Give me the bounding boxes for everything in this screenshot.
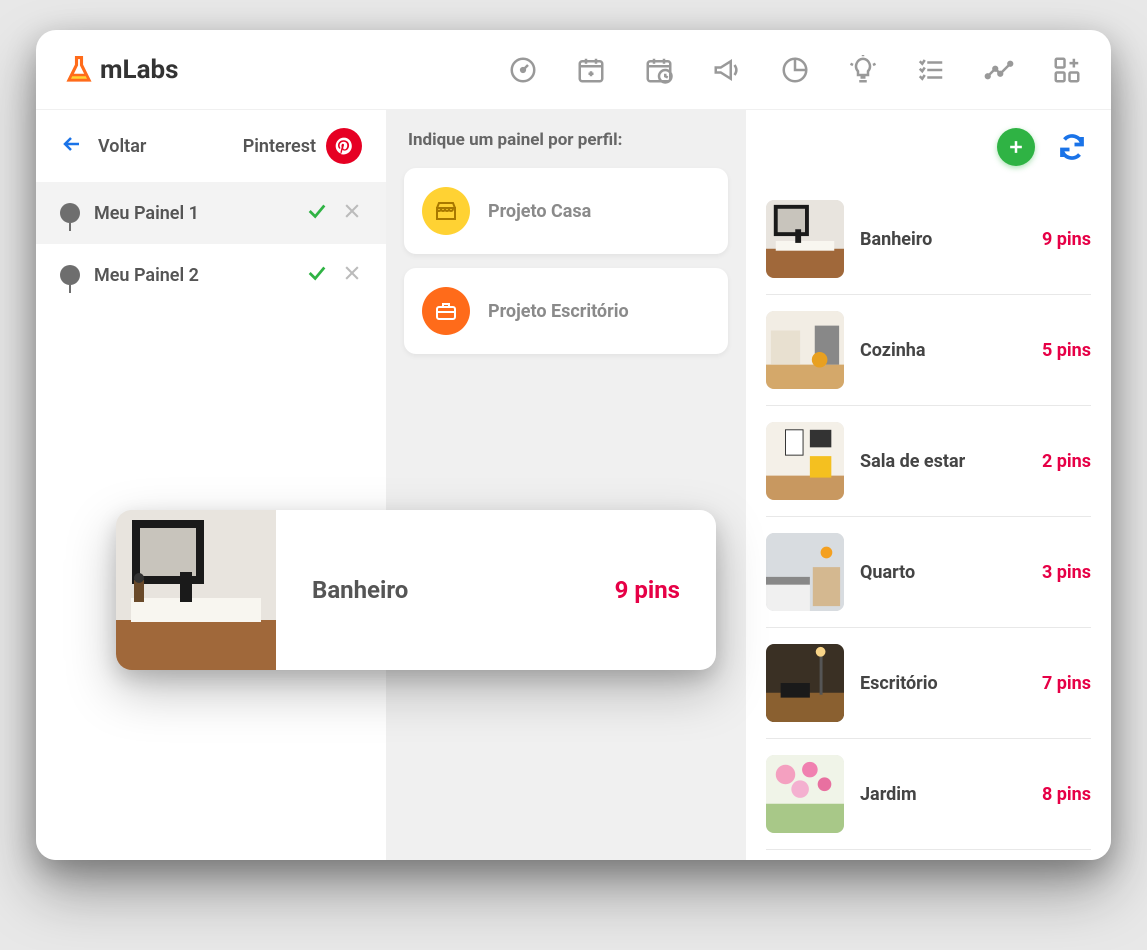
project-label: Projeto Casa (488, 201, 591, 222)
pin-icon (60, 203, 80, 223)
board-list: Banheiro 9 pins Cozinha 5 pins Sala de e… (766, 184, 1091, 850)
close-icon[interactable] (342, 263, 362, 287)
sidebar: Voltar Pinterest Meu Painel 1 (36, 110, 386, 860)
board-item-sala[interactable]: Sala de estar 2 pins (766, 406, 1091, 517)
sidebar-header: Voltar Pinterest (36, 110, 386, 182)
board-name: Escritório (860, 673, 1026, 694)
board-thumb (766, 422, 844, 500)
board-thumb (766, 200, 844, 278)
board-thumb (766, 755, 844, 833)
right-actions (766, 128, 1091, 166)
featured-thumb (116, 510, 276, 670)
board-name: Sala de estar (860, 451, 1026, 472)
project-label: Projeto Escritório (488, 301, 629, 322)
megaphone-icon[interactable] (711, 54, 743, 86)
back-label: Voltar (98, 136, 146, 157)
board-name: Banheiro (860, 229, 1026, 250)
board-pins: 8 pins (1042, 784, 1091, 805)
project-card-casa[interactable]: Projeto Casa (404, 168, 728, 254)
checklist-icon[interactable] (915, 54, 947, 86)
widgets-icon[interactable] (1051, 54, 1083, 86)
board-thumb (766, 533, 844, 611)
pinterest-icon (326, 128, 362, 164)
board-pins: 2 pins (1042, 451, 1091, 472)
board-pins: 5 pins (1042, 340, 1091, 361)
featured-board-card[interactable]: Banheiro 9 pins (116, 510, 716, 670)
middle-column: Indique um painel por perfil: Projeto Ca… (386, 110, 746, 860)
add-button[interactable] (997, 128, 1035, 166)
check-icon[interactable] (306, 262, 328, 288)
close-icon[interactable] (342, 201, 362, 225)
middle-title: Indique um painel por perfil: (404, 130, 728, 150)
board-thumb (766, 644, 844, 722)
brand-text: mLabs (100, 55, 178, 85)
panel-item-2[interactable]: Meu Painel 2 (36, 244, 386, 306)
app-header: mLabs (36, 30, 1111, 110)
board-thumb (766, 311, 844, 389)
lightbulb-icon[interactable] (847, 54, 879, 86)
board-name: Jardim (860, 784, 1026, 805)
pin-icon (60, 265, 80, 285)
board-item-banheiro[interactable]: Banheiro 9 pins (766, 184, 1091, 295)
project-card-escritorio[interactable]: Projeto Escritório (404, 268, 728, 354)
panel-label: Meu Painel 1 (94, 203, 292, 224)
panel-label: Meu Painel 2 (94, 265, 292, 286)
board-name: Cozinha (860, 340, 1026, 361)
back-button[interactable] (60, 132, 84, 160)
refresh-button[interactable] (1053, 128, 1091, 166)
board-item-cozinha[interactable]: Cozinha 5 pins (766, 295, 1091, 406)
nav-icons (507, 54, 1083, 86)
right-column: Banheiro 9 pins Cozinha 5 pins Sala de e… (746, 110, 1111, 860)
board-item-quarto[interactable]: Quarto 3 pins (766, 517, 1091, 628)
featured-pins: 9 pins (615, 576, 680, 604)
board-pins: 9 pins (1042, 229, 1091, 250)
board-item-jardim[interactable]: Jardim 8 pins (766, 739, 1091, 850)
check-icon[interactable] (306, 200, 328, 226)
logo-flask-icon (64, 55, 94, 85)
trend-icon[interactable] (983, 54, 1015, 86)
network-label: Pinterest (243, 136, 316, 157)
brand-logo[interactable]: mLabs (64, 55, 178, 85)
panel-list: Meu Painel 1 Meu Painel 2 (36, 182, 386, 306)
board-pins: 3 pins (1042, 562, 1091, 583)
app-window: mLabs (36, 30, 1111, 860)
calendar-clock-icon[interactable] (643, 54, 675, 86)
app-body: Voltar Pinterest Meu Painel 1 (36, 110, 1111, 860)
storefront-icon (422, 187, 470, 235)
gauge-icon[interactable] (507, 54, 539, 86)
panel-item-1[interactable]: Meu Painel 1 (36, 182, 386, 244)
board-pins: 7 pins (1042, 673, 1091, 694)
briefcase-icon (422, 287, 470, 335)
board-name: Quarto (860, 562, 1026, 583)
board-item-escritorio[interactable]: Escritório 7 pins (766, 628, 1091, 739)
pie-chart-icon[interactable] (779, 54, 811, 86)
calendar-plus-icon[interactable] (575, 54, 607, 86)
featured-name: Banheiro (312, 576, 408, 604)
